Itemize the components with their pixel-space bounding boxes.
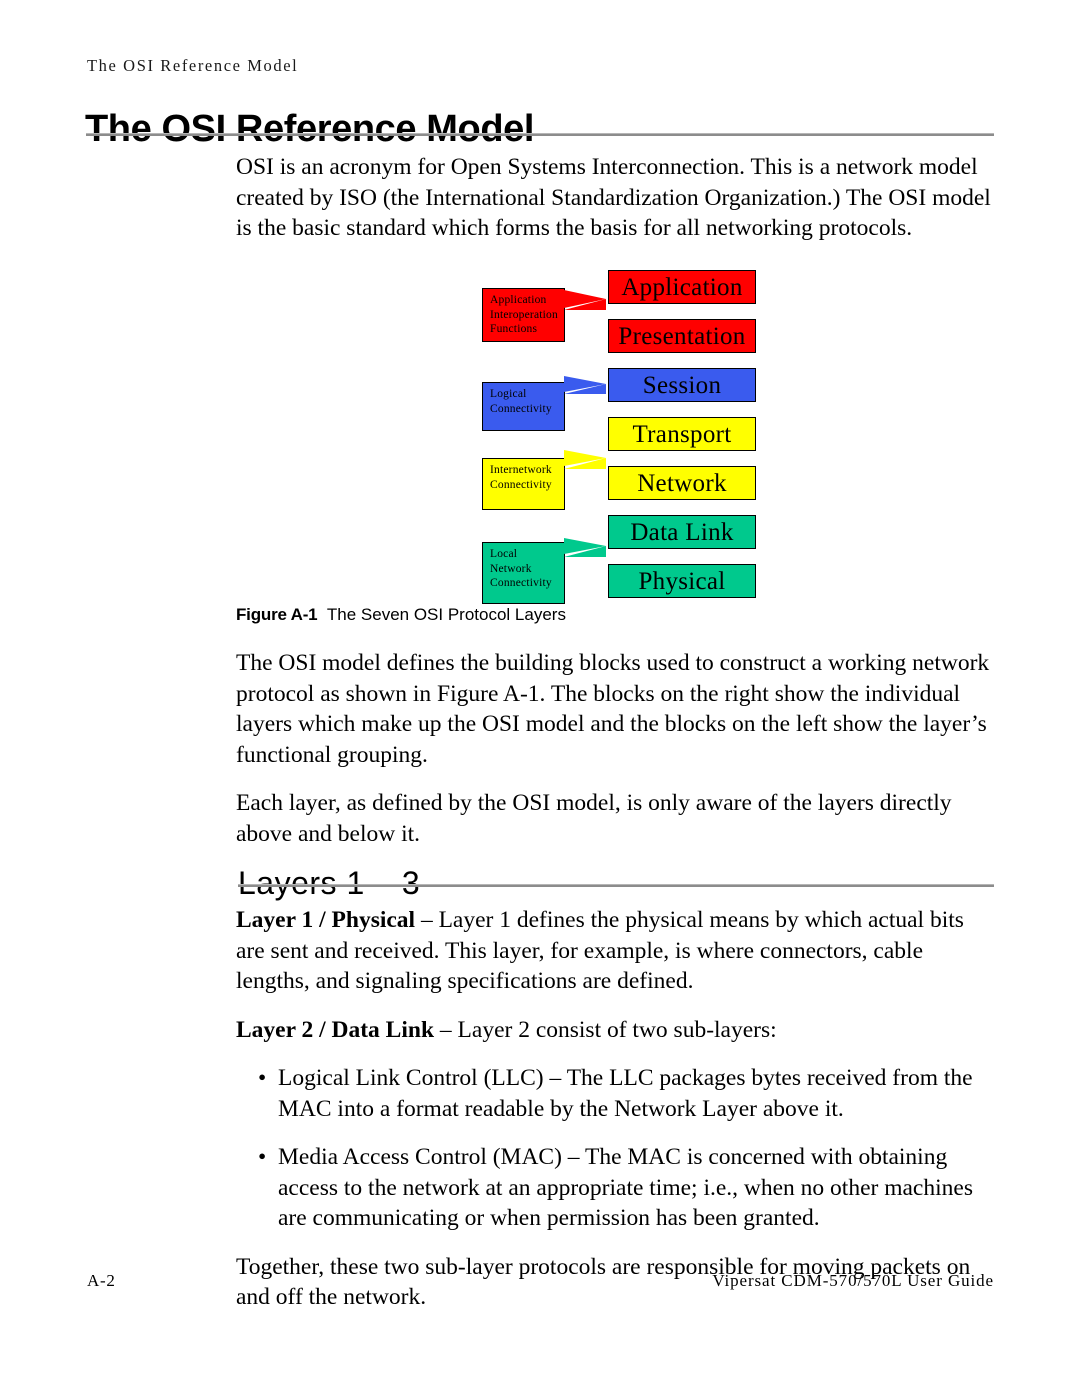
section-divider	[238, 884, 994, 887]
layers-content-block: Layer 1 / Physical – Layer 1 defines the…	[236, 905, 996, 1331]
callout-line: Local	[490, 548, 518, 560]
figure-caption: Figure A-1 The Seven OSI Protocol Layers	[236, 605, 566, 625]
layer1-lead: Layer 1 / Physical	[236, 907, 416, 933]
list-item: • Media Access Control (MAC) – The MAC i…	[236, 1142, 996, 1234]
callout-line: Logical	[490, 388, 527, 400]
page-title: The OSI Reference Model	[85, 108, 535, 151]
footer-page-number: A-2	[87, 1271, 116, 1290]
layer-label: Application	[621, 273, 743, 301]
callout-tail-icon	[564, 546, 606, 557]
layer-box-physical: Physical	[608, 564, 756, 598]
layer-box-application: Application	[608, 270, 756, 304]
bullet-icon: •	[258, 1144, 267, 1170]
paragraph-after-figure: The OSI model defines the building block…	[236, 650, 990, 768]
callout-line: Internetwork	[490, 464, 552, 476]
callout-line: Connectivity	[490, 402, 552, 415]
list-item: • Logical Link Control (LLC) – The LLC p…	[236, 1063, 996, 1124]
callout-tail-icon	[564, 384, 606, 394]
header-divider	[86, 133, 994, 136]
list-item-text: Media Access Control (MAC) – The MAC is …	[278, 1144, 973, 1231]
callout-line: Functions	[490, 323, 538, 335]
figure-caption-text: The Seven OSI Protocol Layers	[326, 605, 566, 624]
layer-label: Data Link	[630, 518, 734, 546]
callout-tail-icon	[564, 299, 606, 310]
figure-label: Figure A-1	[236, 605, 318, 624]
layer-label: Session	[642, 371, 722, 399]
callout-line: Network	[490, 562, 532, 575]
layer2-lead: Layer 2 / Data Link	[236, 1016, 435, 1043]
grouping-callout-local-network-connectivity: Local Network Connectivity	[482, 542, 565, 604]
osi-layer-diagram: Application Presentation Session Transpo…	[472, 262, 782, 610]
layer1-paragraph: Layer 1 / Physical – Layer 1 defines the…	[236, 905, 996, 997]
callout-line: Application	[490, 294, 547, 306]
layer-label: Physical	[638, 567, 726, 595]
callout-line: Connectivity	[490, 577, 552, 589]
layer-box-session: Session	[608, 368, 756, 402]
layer-box-network: Network	[608, 466, 756, 500]
bullet-icon: •	[258, 1065, 267, 1091]
layer2-paragraph: Layer 2 / Data Link – Layer 2 consist of…	[236, 1015, 996, 1046]
callout-tail-icon	[564, 458, 606, 469]
layer-label: Presentation	[618, 322, 746, 350]
layer-label: Transport	[632, 420, 732, 448]
grouping-callout-internetwork-connectivity: Internetwork Connectivity	[482, 458, 565, 510]
list-item-text: Logical Link Control (LLC) – The LLC pac…	[278, 1065, 973, 1122]
intro-block: OSI is an acronym for Open Systems Inter…	[236, 152, 996, 262]
document-page: The OSI Reference Model The OSI Referenc…	[0, 0, 1080, 1388]
callout-line: Connectivity	[490, 478, 552, 491]
sub-layer-list: • Logical Link Control (LLC) – The LLC p…	[236, 1063, 996, 1234]
layer-box-data-link: Data Link	[608, 515, 756, 549]
intro-paragraph: OSI is an acronym for Open Systems Inter…	[236, 154, 991, 241]
paragraph-each-layer: Each layer, as defined by the OSI model,…	[236, 790, 952, 847]
running-header: The OSI Reference Model	[87, 56, 299, 75]
grouping-callout-application-interoperation: Application Interoperation Functions	[482, 288, 565, 342]
footer-guide-title: Vipersat CDM-570/570L User Guide	[712, 1271, 994, 1290]
layer-box-transport: Transport	[608, 417, 756, 451]
layer2-rest: – Layer 2 consist of two sub-layers:	[434, 1016, 777, 1043]
post-figure-block: The OSI model defines the building block…	[236, 648, 996, 867]
figure-a-1: Application Presentation Session Transpo…	[236, 262, 996, 637]
layer-label: Network	[637, 469, 727, 497]
layer-box-presentation: Presentation	[608, 319, 756, 353]
callout-line: Interoperation	[490, 308, 558, 321]
grouping-callout-logical-connectivity: Logical Connectivity	[482, 382, 565, 431]
